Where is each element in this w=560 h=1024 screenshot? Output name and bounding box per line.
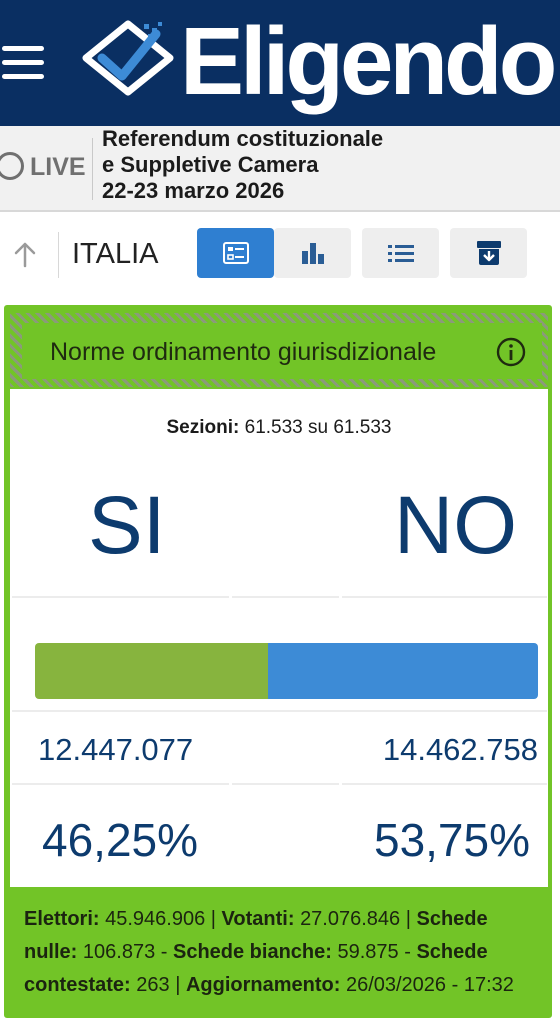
option-no-percent: 53,75%: [373, 814, 530, 866]
row-divider: [12, 710, 547, 712]
votanti-label: Votanti:: [221, 908, 295, 930]
event-line-3: 22-23 marzo 2026: [102, 178, 285, 203]
votanti-value: 27.076.846: [300, 908, 401, 930]
row-divider: [232, 783, 339, 785]
archive-download-icon: [476, 241, 501, 265]
schede-contestate-value: 263: [136, 974, 170, 996]
option-no-votes: 14.462.758: [382, 732, 538, 767]
row-divider: [232, 596, 339, 598]
event-line-2: e Suppletive Camera: [102, 152, 319, 177]
app-header: Eligendo: [0, 0, 560, 126]
card-title: Norme ordinamento giurisdizionale: [50, 338, 437, 366]
row-divider: [12, 783, 229, 785]
option-si-label: SI: [88, 480, 166, 571]
result-bar: [35, 643, 538, 699]
sezioni-count: Sezioni: 61.533 su 61.533: [10, 414, 548, 442]
schede-nulle-value: 106.873: [82, 941, 156, 963]
archive-button[interactable]: [450, 228, 527, 278]
elettori-value: 45.946.906: [105, 908, 206, 930]
live-label[interactable]: LIVE: [30, 152, 86, 182]
schede-bianche-label: Schede bianche:: [172, 941, 332, 963]
result-bar-no: [267, 643, 538, 699]
hamburger-icon[interactable]: [2, 46, 48, 80]
aggiornamento-label: Aggiornamento:: [185, 974, 341, 996]
result-bar-si: [35, 643, 268, 699]
row-divider: [342, 596, 547, 598]
arrow-up-icon[interactable]: [10, 240, 40, 270]
summary-card-icon: [222, 242, 249, 264]
list-view-button[interactable]: [362, 228, 439, 278]
elettori-label: Elettori:: [24, 908, 100, 930]
aggiornamento-value: 26/03/2026 - 17:32: [345, 974, 514, 996]
row-divider: [342, 783, 547, 785]
live-divider: [92, 138, 93, 200]
option-no-label: NO: [394, 480, 517, 571]
schede-bianche-value: 59.875: [337, 941, 399, 963]
info-icon[interactable]: [496, 337, 526, 367]
event-title: Referendum costituzionale e Suppletive C…: [102, 126, 383, 204]
list-icon: [387, 245, 414, 262]
brand-logo[interactable]: Eligendo: [180, 2, 557, 122]
scope-label: ITALIA: [72, 238, 159, 270]
bar-chart-icon: [301, 243, 324, 264]
turnout-summary: Elettori: 45.946.906 | Votanti: 27.076.8…: [24, 908, 514, 996]
option-si-percent: 46,25%: [42, 814, 199, 866]
option-si-votes: 12.447.077: [38, 732, 194, 767]
sezioni-value: 61.533 su 61.533: [244, 417, 392, 438]
row-divider: [12, 596, 229, 598]
sezioni-label: Sezioni:: [166, 417, 240, 438]
ballot-check-icon: [82, 20, 174, 96]
toolbar-divider: [58, 232, 59, 278]
chart-view-button[interactable]: [274, 228, 351, 278]
summary-view-button[interactable]: [197, 228, 274, 278]
event-line-1: Referendum costituzionale: [102, 126, 384, 151]
